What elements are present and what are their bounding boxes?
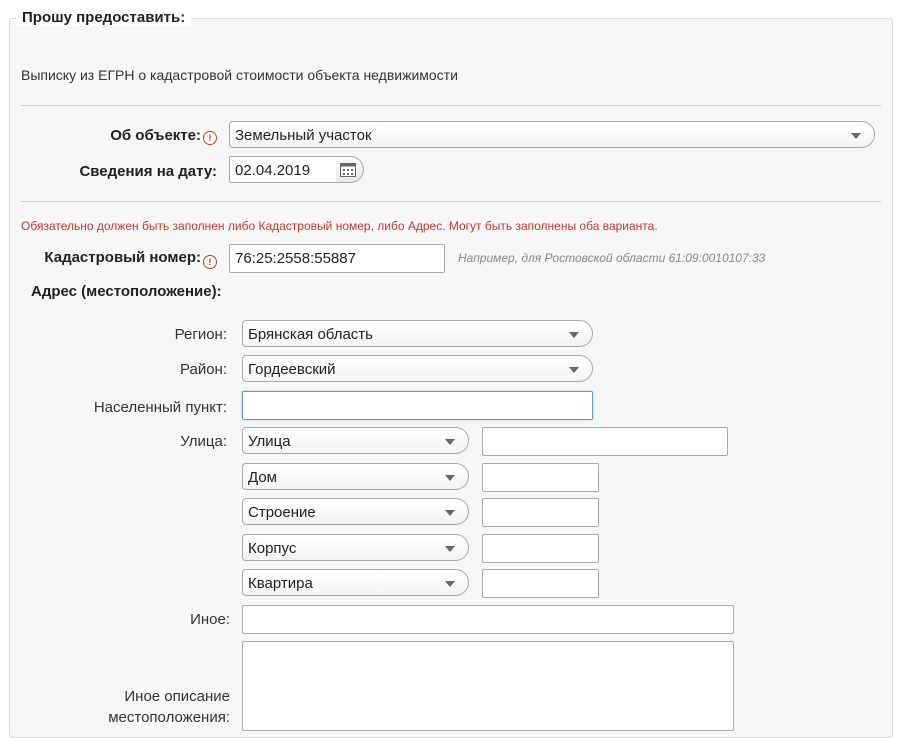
region-select[interactable]: Брянская область bbox=[242, 320, 593, 347]
street-input[interactable] bbox=[482, 427, 728, 456]
settlement-label: Населенный пункт: bbox=[93, 399, 227, 416]
house-type-value: Дом bbox=[248, 469, 277, 486]
street-type-value: Улица bbox=[248, 433, 291, 450]
chevron-down-icon bbox=[445, 581, 455, 587]
street-type-select[interactable]: Улица bbox=[242, 427, 469, 454]
settlement-input[interactable] bbox=[242, 391, 593, 420]
apartment-type-value: Квартира bbox=[248, 575, 313, 592]
cadastral-number-input[interactable]: 76:25:2558:55887 bbox=[229, 244, 445, 273]
district-select[interactable]: Гордеевский bbox=[242, 355, 593, 382]
chevron-down-icon bbox=[569, 332, 579, 338]
chevron-down-icon bbox=[445, 546, 455, 552]
building-type-value: Строение bbox=[248, 504, 316, 521]
cadastral-hint: Например, для Ростовской области 61:09:0… bbox=[458, 251, 766, 265]
cadastral-number-value: 76:25:2558:55887 bbox=[235, 250, 356, 267]
apartment-type-select[interactable]: Квартира bbox=[242, 569, 469, 596]
address-heading: Адрес (местоположение): bbox=[31, 283, 222, 300]
block-type-select[interactable]: Корпус bbox=[242, 534, 469, 561]
other-desc-label-line2: местоположения: bbox=[108, 709, 230, 726]
object-label: Об объекте: bbox=[110, 127, 201, 144]
district-label: Район: bbox=[179, 361, 227, 378]
chevron-down-icon bbox=[569, 367, 579, 373]
chevron-down-icon bbox=[445, 439, 455, 445]
region-value: Брянская область bbox=[248, 326, 373, 343]
region-label: Регион: bbox=[174, 326, 227, 343]
building-input[interactable] bbox=[482, 498, 599, 527]
calendar-icon bbox=[340, 163, 356, 177]
date-label: Сведения на дату: bbox=[79, 163, 217, 180]
chevron-down-icon bbox=[445, 475, 455, 481]
other-label: Иное: bbox=[190, 611, 230, 628]
date-input[interactable]: 02.04.2019 bbox=[229, 156, 337, 183]
building-type-select[interactable]: Строение bbox=[242, 498, 469, 525]
cadastral-label: Кадастровый номер: bbox=[44, 249, 201, 266]
apartment-input[interactable] bbox=[482, 569, 599, 598]
chevron-down-icon bbox=[851, 133, 861, 139]
other-description-textarea[interactable] bbox=[242, 641, 734, 731]
object-type-select[interactable]: Земельный участок bbox=[229, 121, 875, 148]
required-info-icon[interactable]: ! bbox=[203, 255, 217, 269]
calendar-button[interactable] bbox=[336, 156, 364, 183]
block-type-value: Корпус bbox=[248, 540, 297, 557]
request-description: Выписку из ЕГРН о кадастровой стоимости … bbox=[21, 67, 458, 83]
chevron-down-icon bbox=[445, 510, 455, 516]
street-label: Улица: bbox=[180, 433, 227, 450]
divider bbox=[21, 201, 881, 202]
house-input[interactable] bbox=[482, 463, 599, 492]
other-desc-label-line1: Иное описание bbox=[124, 688, 230, 705]
object-type-value: Земельный участок bbox=[235, 127, 372, 144]
date-value: 02.04.2019 bbox=[235, 162, 311, 179]
fieldset-legend: Прошу предоставить: bbox=[16, 9, 192, 26]
other-input[interactable] bbox=[242, 605, 734, 634]
house-type-select[interactable]: Дом bbox=[242, 463, 469, 490]
divider bbox=[21, 105, 881, 106]
required-info-icon[interactable]: ! bbox=[203, 131, 217, 145]
block-input[interactable] bbox=[482, 534, 599, 563]
district-value: Гордеевский bbox=[248, 361, 336, 378]
required-note: Обязательно должен быть заполнен либо Ка… bbox=[21, 219, 658, 233]
